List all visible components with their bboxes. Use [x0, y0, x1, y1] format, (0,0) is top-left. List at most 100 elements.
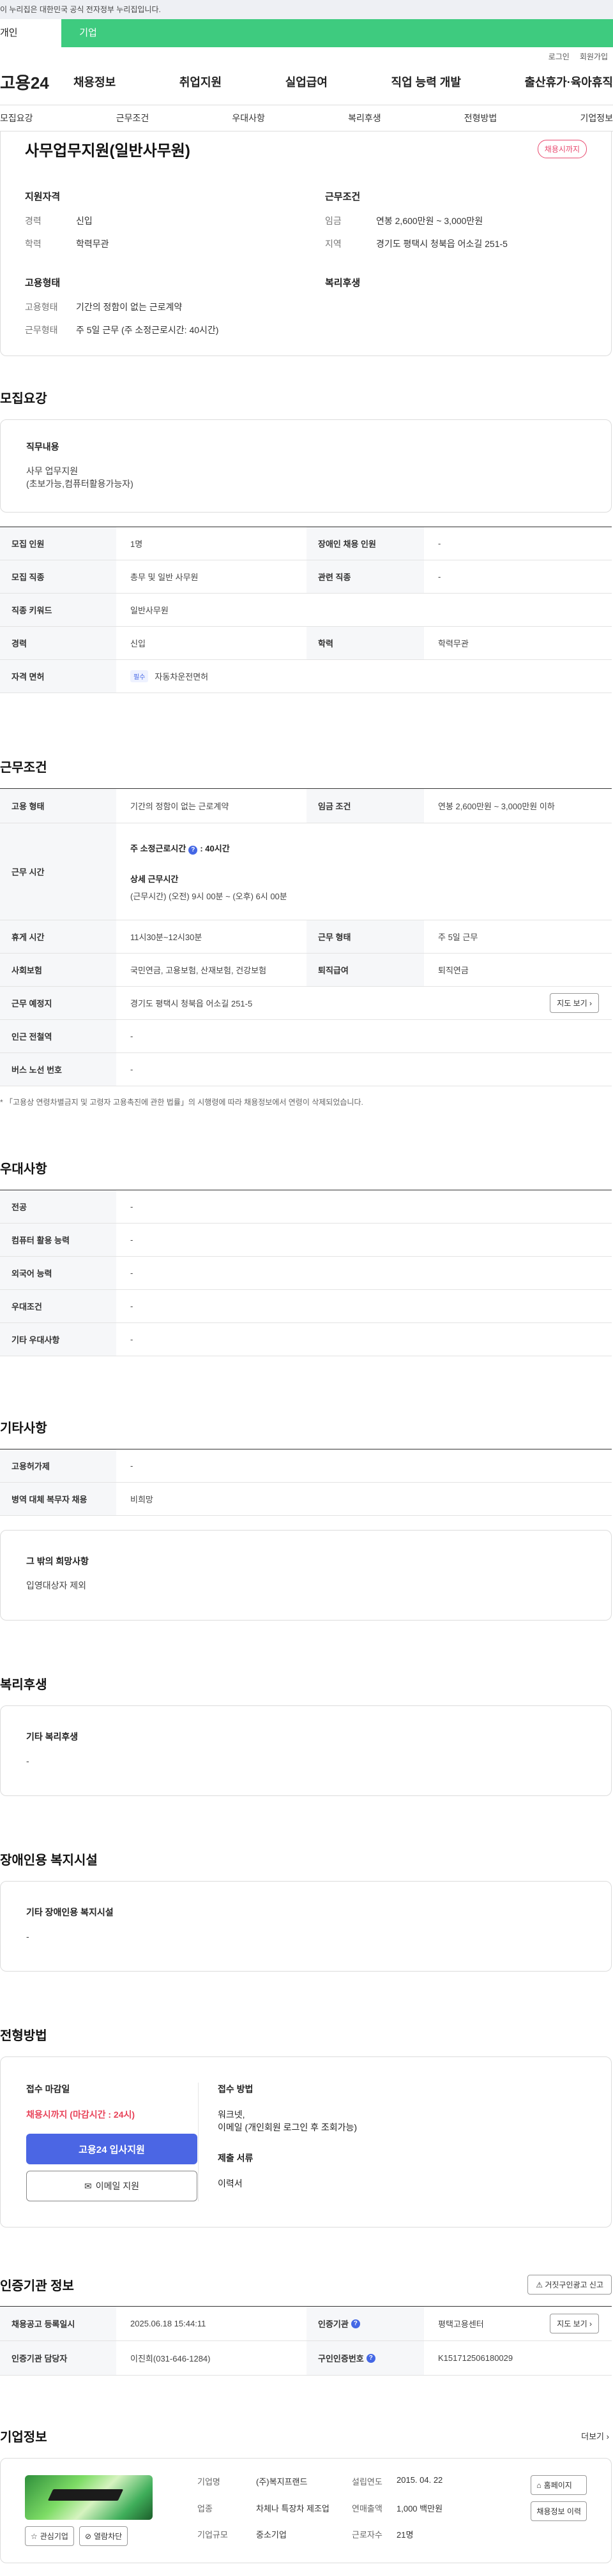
- question-icon[interactable]: ?: [351, 2319, 360, 2328]
- row-value: 비희망: [130, 1495, 153, 1504]
- summary-welfare-title: 복리후생: [325, 278, 361, 288]
- gnb-item-employment-support[interactable]: 취업지원: [179, 73, 222, 90]
- gnb-item-unemployment-benefit[interactable]: 실업급여: [285, 73, 328, 90]
- row-key: 우대조건: [0, 1290, 116, 1322]
- welfare-value: -: [26, 1756, 29, 1766]
- table-row: 우대조건 -: [0, 1290, 612, 1323]
- tab-personal[interactable]: 개인: [0, 19, 61, 47]
- subnav-work[interactable]: 근무조건: [116, 112, 149, 124]
- deadline-badge: 채용시까지: [537, 140, 587, 158]
- row-value: 총무 및 일반 사무원: [130, 573, 199, 582]
- section-title-welfare: 복리후생: [0, 1678, 47, 1692]
- duty-box: 직무내용 사무 업무지원 (초보가능,컴퓨터활용가능자): [0, 419, 612, 513]
- required-tag: 필수: [130, 670, 149, 682]
- util-menu: 로그인 회원가입: [0, 47, 613, 66]
- row-key: 직종 키워드: [0, 594, 116, 626]
- row-key: 관련 직종: [306, 560, 424, 593]
- row-key: 근무 예정지: [0, 987, 116, 1019]
- tab-company[interactable]: 기업: [61, 19, 115, 47]
- corp-key: 기업규모: [197, 2530, 228, 2540]
- summary-qualification: 지원자격 경력 신입 학력 학력무관: [25, 190, 287, 260]
- table-row: 인근 전철역 -: [0, 1020, 612, 1053]
- row-value: -: [130, 1461, 133, 1471]
- subnav-process[interactable]: 전형방법: [464, 112, 497, 124]
- section-title-cert: 인증기관 정보: [0, 2279, 74, 2293]
- corp-card: ☆ 관심기업 ⊘ 열람차단 기업명 (주)복지프랜드 설립연도 2015. 04. …: [0, 2458, 612, 2563]
- row-value: -: [130, 1235, 133, 1245]
- email-apply-button[interactable]: ✉ 이메일 지원: [26, 2171, 197, 2201]
- gov-banner: 이 누리집은 대한민국 공식 전자정부 누리집입니다.: [0, 0, 613, 19]
- table-row: 경력 신입 학력 학력무관: [0, 627, 612, 660]
- subnav-pref[interactable]: 우대사항: [232, 112, 265, 124]
- gnb-item-leave[interactable]: 출산휴가·육아휴직: [525, 73, 613, 90]
- history-button[interactable]: 채용정보 이력: [531, 2501, 587, 2521]
- subnav-welfare[interactable]: 복리후생: [348, 112, 381, 124]
- gnb-item-skills[interactable]: 직업 능력 개발: [391, 73, 461, 90]
- corp-more-label: 더보기: [581, 2432, 605, 2441]
- global-nav: 고용24 채용정보 취업지원 실업급여 직업 능력 개발 출산휴가·육아휴직: [0, 66, 613, 97]
- row-value: 필수 자동차운전면허: [116, 660, 612, 693]
- row-key: 임금 조건: [306, 789, 424, 823]
- row-key: 근무 시간: [0, 823, 116, 920]
- gnb-item-jobs[interactable]: 채용정보: [73, 73, 116, 90]
- home-icon: ⌂: [536, 2480, 541, 2490]
- site-logo[interactable]: 고용24: [0, 70, 73, 94]
- favorite-corp-label: 관심기업: [40, 2532, 68, 2541]
- row-value: -: [438, 572, 441, 581]
- summary-value: 연봉 2,600만원 ~ 3,000만원: [376, 216, 483, 226]
- section-nav: 모집요강 근무조건 우대사항 복리후생 전형방법 기업정보: [0, 105, 613, 131]
- report-button[interactable]: ⚠ 거짓구인광고 신고: [527, 2275, 612, 2295]
- weekly-hours-label: 주 소정근로시간: [130, 843, 186, 853]
- login-link[interactable]: 로그인: [549, 47, 570, 66]
- corp-info-grid: 기업명 (주)복지프랜드 설립연도 2015. 04. 22 업종 차체나 특장…: [197, 2475, 473, 2546]
- row-key: 병역 대체 복무자 채용: [0, 1483, 116, 1515]
- row-key: 사회보험: [0, 954, 116, 986]
- section-title-recruit: 모집요강: [0, 392, 47, 406]
- row-key: 퇴직급여: [306, 954, 424, 986]
- signup-link[interactable]: 회원가입: [580, 47, 608, 66]
- row-key: 학력: [306, 627, 424, 659]
- corp-value: 1,000 백만원: [397, 2503, 443, 2513]
- chevron-right-icon: ›: [589, 2319, 592, 2328]
- subnav-corp[interactable]: 기업정보: [580, 112, 613, 124]
- method-line-2: 이메일 (개인회원 로그인 후 조회가능): [218, 2122, 358, 2132]
- etc-table: 고용허가제 - 병역 대체 복무자 채용 비희망: [0, 1449, 612, 1516]
- row-key: 인근 전철역: [0, 1020, 116, 1052]
- recruit-table: 모집 인원 1명 장애인 채용 인원 - 모집 직종 총무 및 일반 사무원 관…: [0, 527, 612, 693]
- license-name: 자동차운전면허: [155, 672, 209, 682]
- row-key: 모집 직종: [0, 560, 116, 593]
- table-row: 버스 노선 번호 -: [0, 1053, 612, 1086]
- disability-title: 기타 장애인용 복지시설: [26, 1907, 114, 1917]
- row-key: 외국어 능력: [0, 1257, 116, 1289]
- table-row: 병역 대체 복무자 채용 비희망: [0, 1483, 612, 1516]
- section-title-etc: 기타사항: [0, 1421, 47, 1435]
- favorite-corp-button[interactable]: ☆ 관심기업: [25, 2526, 74, 2546]
- job-summary-card: 사무업무지원(일반사무원) 채용시까지 지원자격 경력 신입 학력 학력무관 근무조…: [0, 131, 612, 356]
- corp-value: 차체나 특장차 제조업: [256, 2503, 329, 2513]
- row-key: 모집 인원: [0, 527, 116, 560]
- work-table: 고용 형태 기간의 정함이 없는 근로계약 임금 조건 연봉 2,600만원 ~…: [0, 788, 612, 1086]
- summary-key: 임금: [325, 216, 342, 226]
- row-value: 경기도 평택시 청북읍 어소길 251-5 지도 보기 ›: [116, 987, 612, 1019]
- org-map-button[interactable]: 지도 보기 ›: [550, 2314, 599, 2333]
- table-row: 휴게 시간 11시30분~12시30분 근무 형태 주 5일 근무: [0, 920, 612, 954]
- table-row: 전공 -: [0, 1190, 612, 1224]
- block-view-label: 열람차단: [94, 2532, 123, 2541]
- apply-button[interactable]: 고용24 입사지원: [26, 2134, 197, 2164]
- corp-more-link[interactable]: 더보기 ›: [581, 2430, 609, 2442]
- map-view-button[interactable]: 지도 보기 ›: [550, 993, 599, 1013]
- subnav-recruit[interactable]: 모집요강: [0, 112, 33, 124]
- question-icon[interactable]: ?: [188, 845, 198, 855]
- table-row: 외국어 능력 -: [0, 1257, 612, 1290]
- summary-cond-title: 근무조건: [325, 191, 361, 202]
- row-key: 고용허가제: [0, 1449, 116, 1482]
- map-view-label: 지도 보기: [557, 999, 587, 1008]
- summary-value: 경기도 평택시 청북읍 어소길 251-5: [376, 239, 508, 249]
- table-row: 사회보험 국민연금, 고용보험, 산재보험, 건강보험 퇴직급여 퇴직연금: [0, 954, 612, 987]
- question-icon[interactable]: ?: [366, 2353, 375, 2363]
- cert-org-value: 평택고용센터: [438, 2319, 484, 2329]
- section-title-disability: 장애인용 복지시설: [0, 1853, 98, 1868]
- block-view-button[interactable]: ⊘ 열람차단: [79, 2526, 128, 2546]
- corp-key: 기업명: [197, 2477, 220, 2487]
- homepage-button[interactable]: ⌂ 홈페이지: [531, 2475, 587, 2495]
